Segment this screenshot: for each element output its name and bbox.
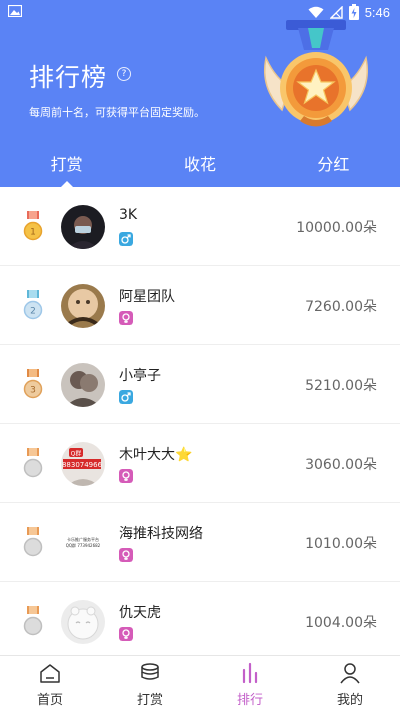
user-name: 木叶大大⭐ — [119, 447, 193, 463]
nav-me-label: 我的 — [336, 693, 363, 708]
silver-rank-badge-icon: 2 — [23, 290, 43, 320]
ranking-row[interactable]: 卡乐推广服务平台 QQ群 773942682 海推科技网络 1010.00朵 — [0, 503, 400, 582]
nav-home-label: 首页 — [36, 693, 63, 708]
tab-shouhua[interactable]: 收花 — [133, 146, 266, 187]
avatar-text-line2: QQ群 773942682 — [66, 542, 101, 548]
default-avatar-icon[interactable] — [61, 600, 105, 644]
rank-number: 1 — [30, 228, 36, 238]
tab-dashang[interactable]: 打赏 — [0, 146, 133, 188]
ranking-row[interactable]: 1 3K 10000.00朵 — [0, 187, 400, 266]
nav-dashang-label: 打赏 — [136, 693, 163, 708]
male-gender-icon — [119, 390, 133, 404]
user-name: 小亭子 — [119, 368, 161, 384]
avatar[interactable]: Q群 883074966 — [61, 442, 105, 486]
male-gender-icon — [119, 232, 133, 246]
nav-ranking[interactable]: 排行 — [200, 656, 300, 711]
ranking-screen: 5:46 排行榜 ? 每周前十名，可获得平台固定奖励。 打赏 收花 分红 1 3… — [0, 0, 400, 711]
gray-rank-badge-icon — [23, 606, 43, 636]
gold-rank-badge-icon: 1 — [23, 211, 43, 241]
user-name: 阿星团队 — [119, 289, 175, 305]
nav-ranking-label: 排行 — [236, 693, 263, 708]
wifi-icon — [308, 6, 324, 18]
ranking-row[interactable]: 3 小亭子 5210.00朵 — [0, 345, 400, 424]
nav-me[interactable]: 我的 — [300, 656, 400, 711]
female-gender-icon — [119, 548, 133, 562]
avatar[interactable] — [61, 284, 105, 328]
page-title: 排行榜 — [29, 63, 108, 92]
reward-amount: 5210.00朵 — [305, 378, 377, 394]
page-subtitle: 每周前十名，可获得平台固定奖励。 — [29, 106, 205, 119]
ranking-row[interactable]: 仇天虎 1004.00朵 — [0, 582, 400, 661]
tab-fenhong[interactable]: 分红 — [267, 146, 400, 187]
female-gender-icon — [119, 627, 133, 641]
reward-amount: 3060.00朵 — [305, 457, 377, 473]
avatar-number-text: 883074966 — [62, 461, 103, 469]
avatar[interactable] — [61, 363, 105, 407]
reward-amount: 1010.00朵 — [305, 536, 377, 552]
user-icon — [340, 663, 360, 684]
gray-rank-badge-icon — [23, 448, 43, 478]
ranking-row[interactable]: Q群 883074966 木叶大大⭐ 3060.00朵 — [0, 424, 400, 503]
female-gender-icon — [119, 469, 133, 483]
rank-number: 3 — [30, 386, 36, 396]
nav-home[interactable]: 首页 — [0, 656, 100, 711]
avatar[interactable]: 卡乐推广服务平台 QQ群 773942682 — [61, 521, 105, 565]
nav-dashang[interactable]: 打赏 — [100, 656, 200, 711]
user-name: 仇天虎 — [119, 605, 161, 621]
ranking-row[interactable]: 2 阿星团队 7260.00朵 — [0, 266, 400, 345]
reward-amount: 1004.00朵 — [305, 615, 377, 631]
medal-illustration-icon — [264, 20, 368, 127]
female-gender-icon — [119, 311, 133, 325]
gray-rank-badge-icon — [23, 527, 43, 557]
user-name: 3K — [119, 207, 138, 223]
avatar[interactable] — [61, 205, 105, 249]
coins-icon — [141, 663, 159, 680]
avatar-badge-text: Q群 — [71, 450, 82, 458]
bottom-nav: 首页 打赏 排行 我的 — [0, 655, 400, 711]
bar-chart-icon — [242, 662, 258, 684]
home-icon — [40, 664, 60, 683]
tab-bar: 打赏 收花 分红 — [0, 146, 400, 188]
rank-number: 2 — [30, 307, 36, 317]
reward-amount: 10000.00朵 — [296, 220, 377, 236]
gallery-notification-icon — [8, 5, 22, 17]
avatar-text-line1: 卡乐推广服务平台 — [67, 536, 99, 542]
reward-amount: 7260.00朵 — [305, 299, 377, 315]
no-signal-icon — [329, 5, 343, 19]
question-circle-icon[interactable]: ? — [117, 67, 131, 81]
user-name: 海推科技网络 — [119, 526, 203, 542]
ranking-list: 1 3K 10000.00朵 2 阿星团队 7260.00朵 3 小亭子 521… — [0, 187, 400, 661]
bronze-rank-badge-icon: 3 — [23, 369, 43, 399]
